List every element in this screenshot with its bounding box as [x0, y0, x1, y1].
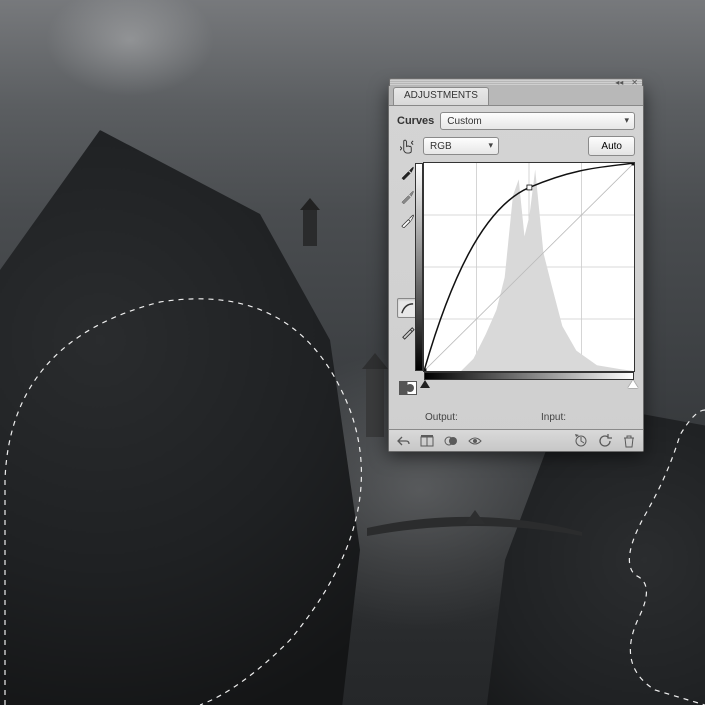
- auto-button[interactable]: Auto: [588, 136, 635, 156]
- histogram: [461, 170, 634, 371]
- eyedropper-gray-icon[interactable]: [397, 186, 417, 206]
- panel-footer: [389, 429, 643, 451]
- smooth-curve-tool[interactable]: [397, 298, 417, 318]
- input-label: Input:: [541, 412, 621, 423]
- channel-dropdown[interactable]: RGB: [423, 137, 499, 155]
- section-title: Curves: [397, 115, 434, 127]
- collapse-panel-icon[interactable]: ◂◂: [613, 78, 625, 87]
- pencil-curve-tool[interactable]: [397, 322, 417, 342]
- curves-graph[interactable]: [423, 162, 635, 372]
- preset-dropdown[interactable]: Custom: [440, 112, 635, 130]
- return-to-list-icon[interactable]: [395, 433, 411, 449]
- reset-icon[interactable]: [597, 433, 613, 449]
- panel-tab-row: ADJUSTMENTS: [389, 86, 643, 106]
- close-panel-icon[interactable]: ✕: [629, 78, 640, 87]
- adjustments-panel[interactable]: ◂◂ ✕ ADJUSTMENTS Curves Custom RGB Auto: [388, 85, 644, 452]
- black-point-slider[interactable]: [420, 380, 430, 388]
- selection-marquee: [0, 260, 400, 705]
- trash-icon[interactable]: [621, 433, 637, 449]
- edit-mask-icon[interactable]: [399, 380, 417, 396]
- curve-point[interactable]: [632, 163, 634, 165]
- curve-point[interactable]: [424, 369, 426, 371]
- white-point-slider[interactable]: [628, 380, 638, 388]
- eyedropper-black-icon[interactable]: [397, 162, 417, 182]
- curve-point[interactable]: [527, 185, 532, 190]
- output-gradient: [415, 163, 423, 371]
- expanded-view-icon[interactable]: [419, 433, 435, 449]
- input-gradient: [424, 372, 634, 380]
- targeted-adjust-tool[interactable]: [397, 136, 417, 156]
- panel-titlebar[interactable]: [389, 78, 643, 86]
- view-previous-icon[interactable]: [573, 433, 589, 449]
- output-label: Output:: [425, 412, 505, 423]
- artwork-tower: [303, 208, 317, 246]
- eyedropper-white-icon[interactable]: [397, 210, 417, 230]
- toggle-visibility-icon[interactable]: [467, 433, 483, 449]
- clip-to-layer-icon[interactable]: [443, 433, 459, 449]
- tab-adjustments[interactable]: ADJUSTMENTS: [393, 87, 489, 105]
